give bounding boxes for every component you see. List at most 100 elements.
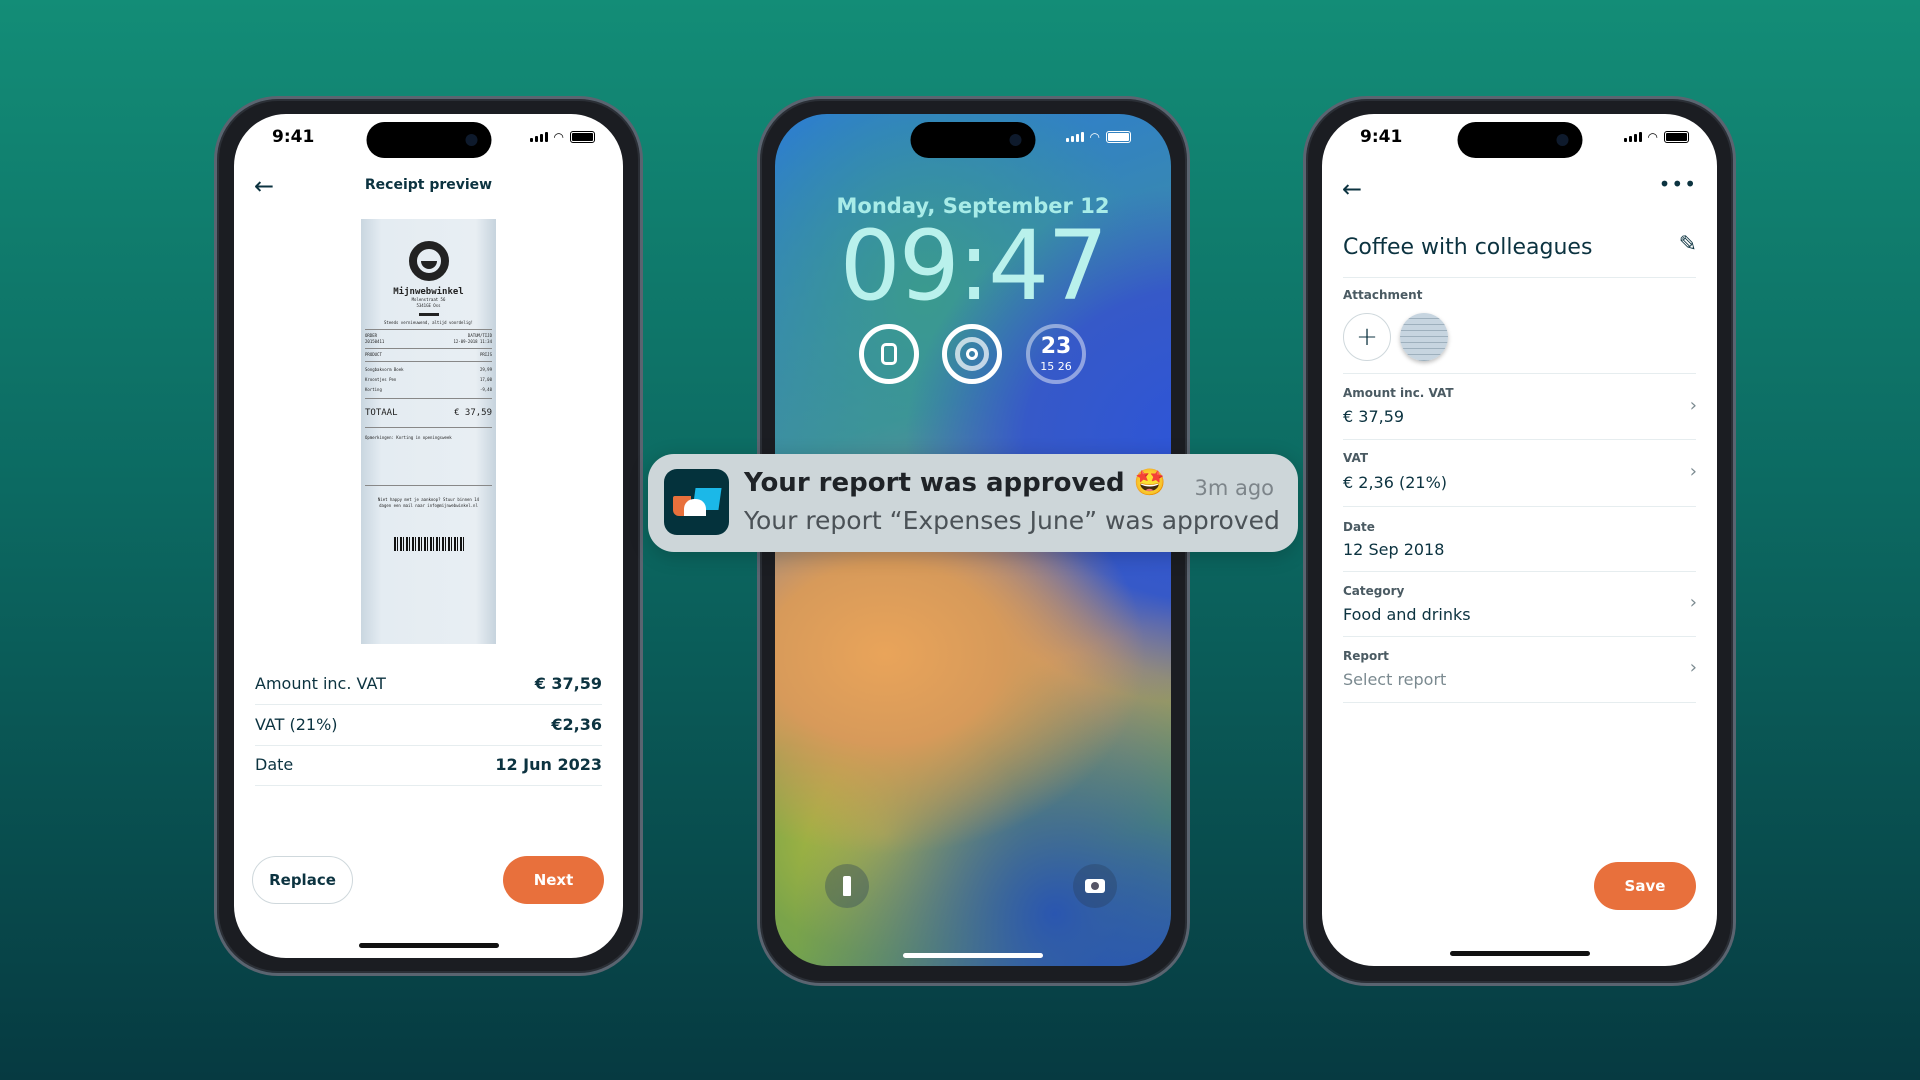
field-value: € 2,36 (21%) — [1343, 473, 1448, 492]
field-label: Amount inc. VAT — [1343, 386, 1454, 400]
field-label: Report — [1343, 649, 1389, 663]
camera-button[interactable] — [1073, 864, 1117, 908]
battery-icon — [1664, 131, 1689, 143]
receipt-footer: Niet happy met je aankoop? Stuur binnen … — [377, 497, 480, 508]
back-arrow-icon[interactable]: ← — [1342, 175, 1362, 203]
receipt-order-no: 20150411 — [365, 339, 385, 344]
star-struck-emoji: 🤩 — [1133, 468, 1167, 498]
date-label: Date — [255, 755, 294, 774]
temperature: 23 — [1040, 334, 1072, 359]
status-time: 9:41 — [1360, 127, 1403, 147]
status-icons: ◠ — [1065, 130, 1131, 144]
flashlight-icon — [843, 876, 851, 896]
receipt-item-price: 29,99 — [479, 367, 492, 372]
home-indicator[interactable] — [358, 943, 499, 948]
attachment-label: Attachment — [1343, 288, 1423, 302]
receipt-price-label: PRIJS — [479, 352, 492, 357]
divider — [1343, 636, 1696, 637]
lock-time: 09:47 — [839, 210, 1109, 322]
divider — [1343, 571, 1696, 572]
divider — [1343, 373, 1696, 374]
notification-banner[interactable]: Your report was approved 🤩 3m ago Your r… — [648, 454, 1298, 552]
add-attachment-button[interactable]: + — [1343, 313, 1391, 361]
chevron-right-icon: › — [1689, 461, 1697, 482]
receipt-date: 12-09-2018 11:34 — [453, 339, 492, 344]
attachment-thumbnail[interactable] — [1400, 313, 1448, 361]
battery-icon — [570, 131, 595, 143]
next-button[interactable]: Next — [503, 856, 604, 904]
activity-widget — [942, 324, 1002, 384]
receipt-slogan: Steeds vernieuwend, altijd voordelig! — [383, 320, 474, 325]
activity-rings-icon — [955, 337, 989, 371]
signal-icon — [1623, 132, 1642, 142]
receipt-image: Mijnwebwinkel Molenstraat 56 5341GE Oss … — [361, 219, 496, 644]
divider — [1343, 702, 1696, 703]
home-indicator[interactable] — [903, 953, 1043, 958]
signal-icon — [529, 132, 548, 142]
expense-detail-screen: 9:41 ◠ ← ••• Coffee with colleagues ✎ At… — [1322, 114, 1717, 966]
field-value: 12 Sep 2018 — [1343, 540, 1445, 559]
divider — [1343, 277, 1696, 278]
receipt-item: Korting — [365, 387, 382, 392]
vat-label: VAT (21%) — [255, 715, 338, 734]
watch-battery-widget — [859, 324, 919, 384]
receipt-item: Songbakvorm Boek — [365, 367, 404, 372]
flashlight-button[interactable] — [825, 864, 869, 908]
page-title: Receipt preview — [364, 177, 493, 193]
receipt-city: 5341GE Oss — [416, 303, 441, 308]
status-icons: ◠ — [1623, 130, 1689, 144]
notification-title: Your report was approved — [744, 468, 1125, 498]
receipt-product-label: PRODUCT — [365, 352, 382, 357]
date-value: 12 Jun 2023 — [495, 755, 602, 774]
chevron-right-icon: › — [1689, 657, 1697, 678]
receipt-shop: Mijnwebwinkel — [393, 287, 464, 297]
wifi-icon: ◠ — [1647, 130, 1658, 144]
barcode — [393, 537, 464, 551]
camera-icon — [1085, 879, 1105, 893]
field-label: VAT — [1343, 451, 1369, 465]
replace-button[interactable]: Replace — [252, 856, 353, 904]
divider — [255, 745, 602, 746]
more-options-icon[interactable]: ••• — [1659, 172, 1697, 196]
dynamic-island — [910, 122, 1036, 158]
expense-title: Coffee with colleagues — [1343, 235, 1593, 260]
signal-icon — [1065, 132, 1084, 142]
save-button[interactable]: Save — [1594, 862, 1696, 910]
dynamic-island — [1457, 122, 1582, 158]
field-label: Date — [1343, 520, 1375, 534]
notification-time: 3m ago — [1194, 476, 1274, 500]
watch-icon — [881, 343, 897, 365]
app-icon — [664, 469, 729, 535]
weather-widget: 23 15 26 — [1026, 324, 1086, 384]
receipt-total: € 37,59 — [454, 408, 492, 418]
vat-value: €2,36 — [551, 715, 602, 734]
receipt-remarks: Opmerkingen: Korting in openingsweek — [365, 435, 452, 440]
divider — [1343, 506, 1696, 507]
amount-value: € 37,59 — [534, 674, 602, 693]
chevron-right-icon: › — [1689, 592, 1697, 613]
receipt-preview-screen: 9:41 ◠ ← Receipt preview Mijnwebwinkel M… — [234, 114, 623, 958]
temp-low: 15 — [1040, 360, 1055, 373]
wifi-icon: ◠ — [553, 130, 564, 144]
receipt-item-price: 17,00 — [479, 377, 492, 382]
divider — [1343, 439, 1696, 440]
divider — [255, 704, 602, 705]
status-icons: ◠ — [529, 130, 595, 144]
receipt-total-label: TOTAAL — [365, 408, 398, 418]
home-indicator[interactable] — [1449, 951, 1590, 956]
temp-high: 26 — [1057, 360, 1072, 373]
chevron-right-icon: › — [1689, 395, 1697, 416]
battery-icon — [1106, 131, 1131, 143]
receipt-logo — [408, 241, 449, 281]
divider — [255, 785, 602, 786]
field-label: Category — [1343, 584, 1405, 598]
field-value: Select report — [1343, 670, 1447, 689]
dynamic-island — [366, 122, 491, 158]
receipt-item: Kroontjes Pen — [365, 377, 397, 382]
amount-label: Amount inc. VAT — [255, 674, 386, 693]
wifi-icon: ◠ — [1089, 130, 1100, 144]
receipt-item-price: -9,40 — [479, 387, 492, 392]
notification-body: Your report “Expenses June” was approved — [744, 506, 1280, 535]
edit-pencil-icon[interactable]: ✎ — [1679, 232, 1697, 257]
status-time: 9:41 — [272, 127, 315, 147]
